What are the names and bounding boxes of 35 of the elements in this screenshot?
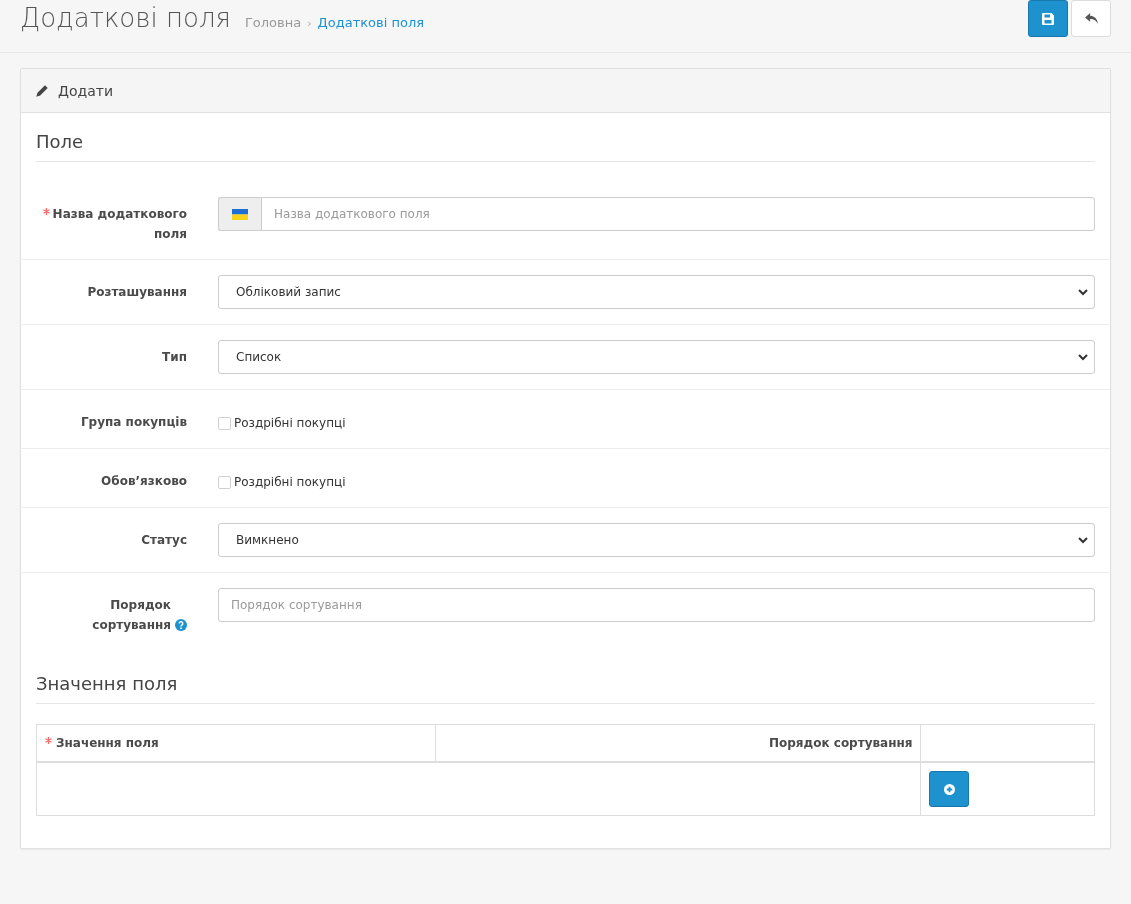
checkbox[interactable] — [218, 416, 231, 430]
field-label: Обов’язково — [101, 474, 187, 488]
text-input[interactable]: Порядок сортування — [218, 588, 1095, 622]
add-button[interactable] — [929, 771, 970, 807]
reply-arrow-icon — [1084, 13, 1098, 24]
panel-title: Додати — [58, 82, 113, 99]
chevron-down-icon — [1078, 353, 1088, 361]
column-header: Значення поля — [56, 736, 159, 750]
save-button[interactable] — [1028, 0, 1068, 37]
text-input[interactable]: Назва додаткового поля — [261, 197, 1095, 231]
section-title: Поле — [36, 128, 1095, 162]
save-icon — [1042, 12, 1054, 25]
breadcrumb-separator: › — [307, 17, 312, 30]
pencil-icon — [36, 84, 48, 97]
chevron-down-icon — [1078, 536, 1088, 544]
plus-circle-icon — [943, 783, 955, 795]
select-field[interactable]: Вимкнено — [218, 523, 1095, 557]
select-field[interactable]: Обліковий запис — [218, 275, 1095, 309]
page-title: Додаткові поля — [20, 2, 231, 35]
back-button[interactable] — [1071, 0, 1111, 37]
field-label: Порядок сортування — [91, 597, 171, 634]
select-field[interactable]: Список — [218, 340, 1095, 374]
field-label: Розташування — [87, 285, 187, 299]
help-icon[interactable] — [175, 619, 187, 631]
section-title: Значення поля — [36, 670, 1095, 704]
field-label: Група покупців — [80, 415, 187, 429]
field-label: Назва додаткового поля — [52, 207, 187, 241]
flag-icon — [232, 208, 248, 220]
chevron-down-icon — [1078, 288, 1088, 296]
field-label: Тип — [162, 350, 187, 364]
checkbox-label[interactable]: Роздрібні покупці — [234, 413, 346, 433]
checkbox-label[interactable]: Роздрібні покупці — [234, 472, 346, 492]
column-header: Порядок сортування — [768, 736, 913, 750]
field-label: Статус — [141, 533, 187, 547]
checkbox[interactable] — [218, 475, 231, 489]
